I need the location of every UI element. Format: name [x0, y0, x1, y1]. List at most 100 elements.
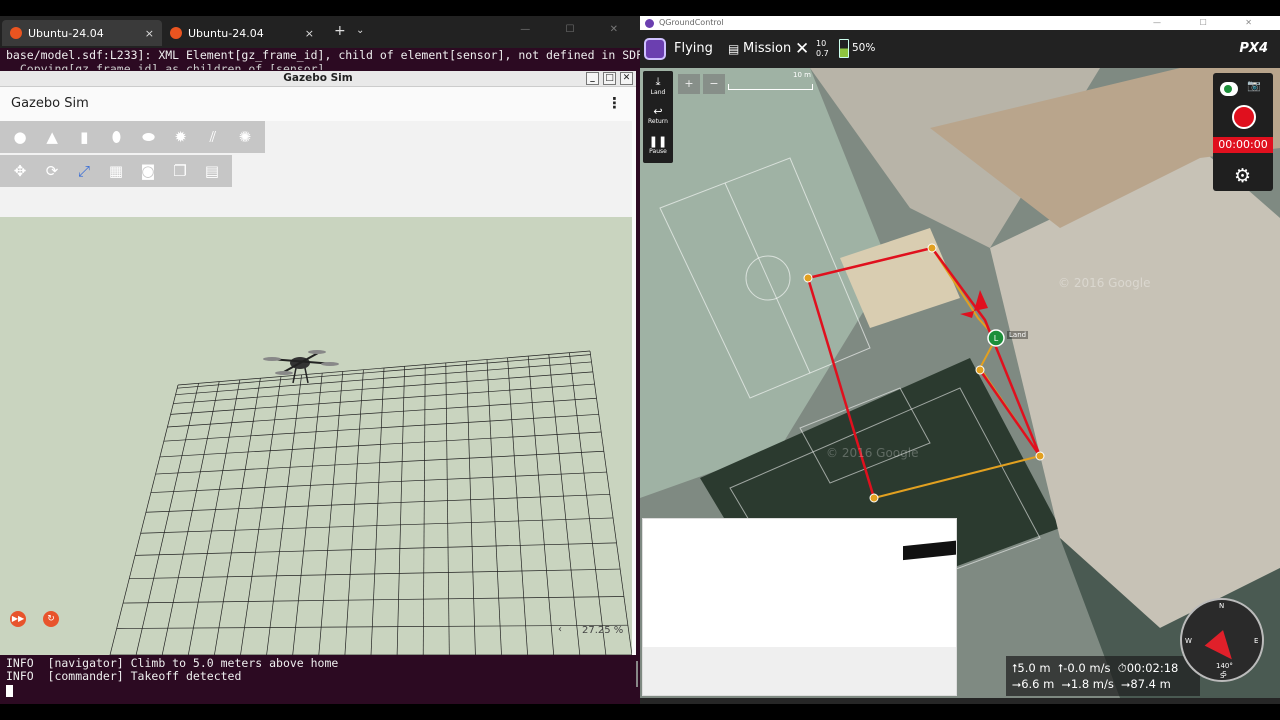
waypoint[interactable]: [1035, 451, 1045, 461]
plan-view-button[interactable]: Mission: [743, 41, 791, 56]
video-toggle[interactable]: [1220, 82, 1238, 96]
terminal-output-line: INFO [navigator] Climb to 5.0 meters abo…: [6, 656, 339, 670]
heading-readout: 140° S: [1216, 662, 1233, 678]
map-watermark: © 2016 Google: [826, 446, 919, 460]
waypoint[interactable]: [975, 365, 985, 375]
land-marker-letter: L: [994, 334, 999, 343]
compass-widget: N E W S 140° S: [1180, 598, 1264, 682]
play-icon[interactable]: ▶▶: [10, 611, 26, 627]
qgc-logo-icon[interactable]: [644, 38, 666, 60]
snap-icon[interactable]: ⤢: [68, 159, 100, 183]
fly-map[interactable]: L © 2016 Google © 2016 Google Land ⤓ Lan…: [640, 68, 1280, 698]
land-icon: ⤓: [655, 75, 661, 88]
close-button[interactable]: ✕: [620, 72, 633, 85]
terminal-tab-label: Ubuntu-24.04: [28, 26, 104, 40]
step-icon[interactable]: ↻: [43, 611, 59, 627]
kebab-menu-icon[interactable]: ⋮: [607, 94, 622, 112]
waypoint[interactable]: [803, 273, 813, 283]
camera-panel: 📷 00:00:00 ⚙: [1213, 73, 1273, 191]
tab-dropdown-icon[interactable]: ⌄: [356, 25, 364, 36]
return-button[interactable]: ↩ Return: [643, 105, 673, 125]
terminal-tab-bar: Ubuntu-24.04 × Ubuntu-24.04 × + ⌄ — ☐ ✕: [0, 16, 640, 48]
capsule-icon[interactable]: ⬮: [100, 125, 132, 149]
telemetry-line-1: ⭡5.0 m ⭡-0.0 m/s ⏱00:02:18: [1012, 661, 1179, 675]
terminal-cursor: [6, 685, 13, 697]
gazebo-window: Gazebo Sim _ □ ✕ Gazebo Sim ⋮ ● ▲ ▮ ⬮ ⬬ …: [0, 71, 636, 655]
terminal-scrollbar[interactable]: [636, 661, 638, 687]
maximize-button[interactable]: □: [603, 72, 616, 85]
compass-n: N: [1219, 602, 1225, 610]
zoom-out-button[interactable]: −: [703, 74, 725, 94]
directional-light-icon[interactable]: ⫽: [197, 125, 229, 149]
mission-icon: ▤: [728, 42, 740, 56]
record-button[interactable]: [1232, 105, 1256, 129]
gear-icon[interactable]: ⚙: [1234, 165, 1251, 187]
telemetry-panel: ⭡5.0 m ⭡-0.0 m/s ⏱00:02:18 ⭢6.6 m ⭢1.8 m…: [1006, 656, 1200, 696]
ubuntu-icon: [170, 27, 182, 39]
telemetry-line-2: ⭢6.6 m ⭢1.8 m/s ⭢87.4 m: [1012, 677, 1171, 691]
translate-icon[interactable]: ✥: [4, 159, 36, 183]
fly-toolstrip: ⤓ Land ↩ Return ❚❚ Pause: [643, 71, 673, 163]
pause-button[interactable]: ❚❚ Pause: [643, 135, 673, 155]
cone-icon[interactable]: ▲: [36, 125, 68, 149]
copy-icon[interactable]: ❐: [164, 159, 196, 183]
qgc-os-titlebar: QGroundControl — ☐ ✕: [640, 16, 1280, 30]
hdop-value: 0.7: [816, 49, 829, 58]
ubuntu-icon: [10, 27, 22, 39]
chevron-left-icon[interactable]: ‹: [558, 624, 562, 635]
map-scale-bar: [728, 84, 813, 90]
terminal-tab-1[interactable]: Ubuntu-24.04 ×: [2, 20, 162, 46]
grid-icon[interactable]: ▦: [100, 159, 132, 183]
window-controls[interactable]: — ☐ ✕: [520, 24, 634, 35]
spot-light-icon[interactable]: ✺: [229, 125, 261, 149]
return-icon: ↩: [653, 105, 663, 118]
minimize-button[interactable]: _: [586, 72, 599, 85]
terminal-output-line: base/model.sdf:L233]: XML Element[gz_fra…: [6, 48, 643, 62]
video-preview[interactable]: [642, 518, 957, 696]
sun-icon[interactable]: ✹: [165, 125, 197, 149]
new-tab-button[interactable]: +: [334, 23, 346, 39]
ground-plane: [0, 217, 632, 655]
land-button[interactable]: ⤓ Land: [643, 75, 673, 96]
terminal-output-line: INFO [commander] Takeoff detected: [6, 669, 242, 683]
flight-mode[interactable]: Flying: [674, 41, 713, 56]
qgc-app-icon: [645, 19, 654, 28]
terminal-output-line: Copying[gz_frame_id] as children of [sen…: [6, 62, 325, 70]
terminal-tab-2[interactable]: Ubuntu-24.04 ×: [162, 20, 322, 46]
record-timer: 00:00:00: [1213, 137, 1273, 153]
3d-viewport[interactable]: ● ▲ ▮ ⬮ ⬬ ✹ ⫽ ✺ ✥ ⟳ ⤢ ▦ ◙ ❐ ▤ ▶▶ ↻ ‹ 27.…: [0, 121, 632, 655]
close-icon[interactable]: ×: [305, 27, 314, 40]
cylinder-icon[interactable]: ▮: [68, 125, 100, 149]
battery-icon[interactable]: [839, 39, 849, 58]
battery-percent: 50%: [852, 42, 876, 54]
window-title: Gazebo Sim: [283, 72, 353, 84]
video-object: [903, 539, 956, 561]
paste-icon[interactable]: ▤: [196, 159, 228, 183]
gps-satellite-icon[interactable]: ✕: [795, 39, 809, 59]
window-title: QGroundControl: [659, 18, 724, 27]
pause-icon: ❚❚: [648, 135, 668, 148]
zoom-in-button[interactable]: +: [678, 74, 700, 94]
sphere-icon[interactable]: ●: [4, 125, 36, 149]
transform-toolbar: ✥ ⟳ ⤢ ▦ ◙ ❐ ▤: [0, 155, 232, 187]
ellipsoid-icon[interactable]: ⬬: [133, 125, 165, 149]
camera-icon[interactable]: 📷: [1247, 79, 1261, 92]
app-title: Gazebo Sim: [11, 96, 89, 111]
compass-w: W: [1185, 637, 1192, 645]
waypoint[interactable]: [927, 243, 937, 253]
px4-logo: PX4: [1239, 41, 1268, 56]
satellite-count: 10: [816, 39, 827, 48]
waypoint[interactable]: [869, 493, 879, 503]
real-time-factor: 27.25 %: [582, 625, 624, 636]
window-controls[interactable]: — ☐ ✕: [1153, 16, 1270, 30]
land-label: Land: [1007, 331, 1029, 339]
qgc-toolbar: Flying ▤ Mission ✕ 10 0.7 50% PX4: [640, 30, 1280, 68]
shapes-toolbar: ● ▲ ▮ ⬮ ⬬ ✹ ⫽ ✺: [0, 121, 265, 153]
rotate-icon[interactable]: ⟳: [36, 159, 68, 183]
scene-render: [0, 121, 632, 655]
qgc-window: QGroundControl — ☐ ✕ Flying ▤ Mission ✕ …: [640, 16, 1280, 704]
close-icon[interactable]: ×: [145, 27, 154, 40]
map-scale-label: 10 m: [793, 71, 811, 79]
screenshot-icon[interactable]: ◙: [132, 159, 164, 183]
compass-e: E: [1254, 637, 1259, 645]
